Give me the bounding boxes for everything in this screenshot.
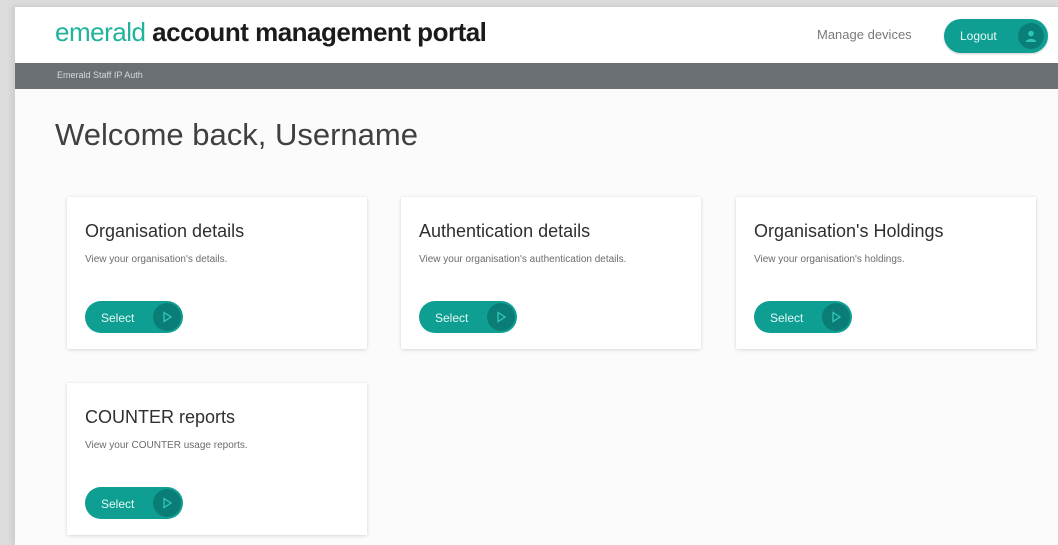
- select-label: Select: [101, 311, 135, 325]
- play-arrow-icon: [822, 303, 850, 331]
- user-icon: [1018, 23, 1044, 49]
- select-label: Select: [435, 311, 469, 325]
- select-button[interactable]: Select: [85, 487, 183, 519]
- card-organisation-details: Organisation details View your organisat…: [67, 197, 367, 349]
- top-header: emerald account management portal Manage…: [15, 7, 1058, 63]
- card-title: COUNTER reports: [85, 407, 236, 427]
- select-button[interactable]: Select: [85, 301, 183, 333]
- brand-name: emerald: [55, 17, 146, 47]
- logout-label: Logout: [960, 29, 997, 43]
- play-arrow-icon: [153, 303, 181, 331]
- card-title: Authentication details: [419, 221, 591, 241]
- select-label: Select: [101, 497, 135, 511]
- portal-title: account management portal: [152, 17, 487, 47]
- play-arrow-icon: [487, 303, 515, 331]
- play-arrow-icon: [153, 489, 181, 517]
- browser-frame: emerald account management portal Manage…: [14, 6, 1058, 545]
- card-organisation-holdings: Organisation's Holdings View your organi…: [736, 197, 1036, 349]
- card-description: View your organisation's holdings.: [754, 254, 905, 265]
- card-counter-reports: COUNTER reports View your COUNTER usage …: [67, 383, 367, 535]
- manage-devices-link[interactable]: Manage devices: [817, 27, 912, 42]
- select-label: Select: [770, 311, 804, 325]
- card-title: Organisation details: [85, 221, 245, 241]
- brand-logo[interactable]: emerald account management portal: [55, 17, 487, 48]
- card-description: View your organisation's authentication …: [419, 254, 627, 265]
- card-authentication-details: Authentication details View your organis…: [401, 197, 701, 349]
- breadcrumb-bar: Emerald Staff IP Auth: [15, 63, 1058, 89]
- select-button[interactable]: Select: [419, 301, 517, 333]
- select-button[interactable]: Select: [754, 301, 852, 333]
- card-title: Organisation's Holdings: [754, 221, 944, 241]
- card-description: View your organisation's details.: [85, 254, 228, 265]
- card-description: View your COUNTER usage reports.: [85, 440, 248, 451]
- page-title: Welcome back, Username: [55, 117, 418, 152]
- logout-button[interactable]: Logout: [944, 19, 1048, 53]
- breadcrumb: Emerald Staff IP Auth: [57, 70, 143, 80]
